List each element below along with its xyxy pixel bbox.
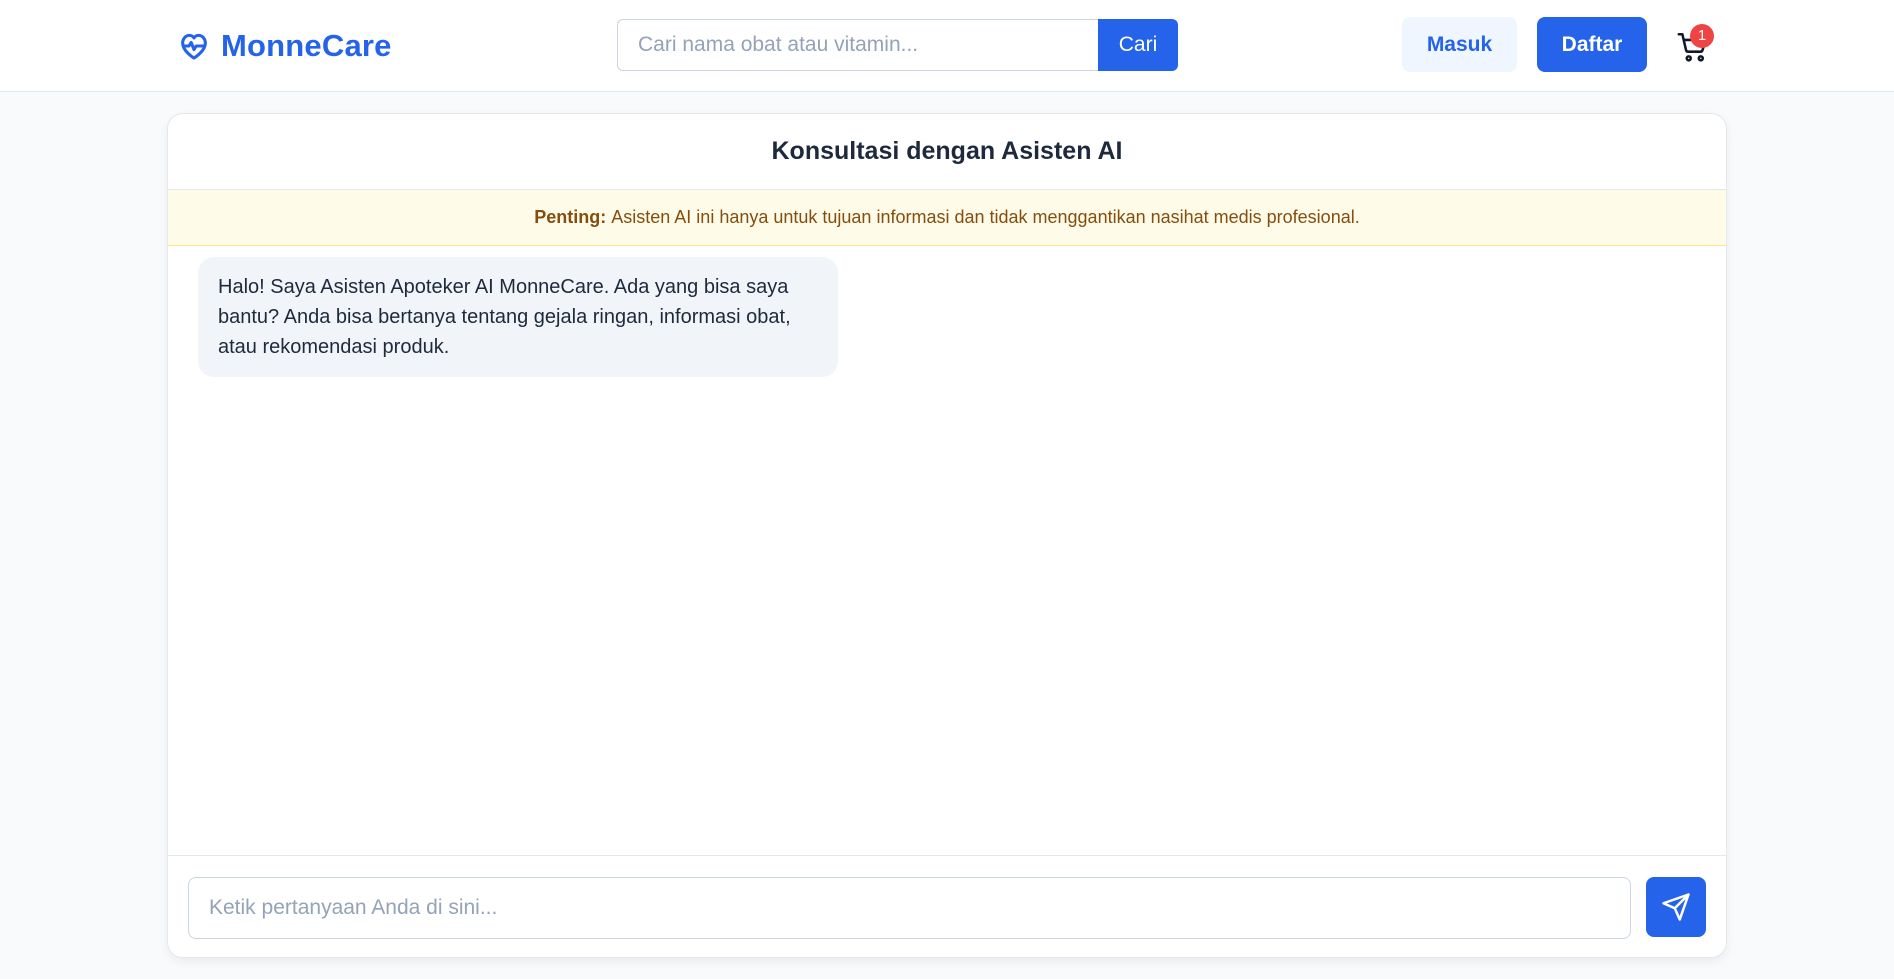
chat-header: Konsultasi dengan Asisten AI (168, 114, 1726, 190)
assistant-message: Halo! Saya Asisten Apoteker AI MonneCare… (198, 257, 838, 377)
top-navbar: MonneCare Cari Masuk Daftar 1 (0, 0, 1894, 92)
page-title: Konsultasi dengan Asisten AI (771, 137, 1123, 165)
chat-composer (168, 855, 1726, 957)
disclaimer-label: Penting: (534, 207, 607, 227)
chat-input[interactable] (188, 877, 1631, 939)
chat-panel: Konsultasi dengan Asisten AI Penting: As… (167, 113, 1727, 958)
brand-logo[interactable]: MonneCare (177, 26, 392, 66)
brand-name: MonneCare (221, 28, 392, 63)
disclaimer-banner: Penting: Asisten AI ini hanya untuk tuju… (168, 190, 1726, 246)
cart-button[interactable]: 1 (1676, 24, 1718, 64)
register-button[interactable]: Daftar (1537, 17, 1647, 72)
send-button[interactable] (1646, 877, 1706, 937)
disclaimer-text: Asisten AI ini hanya untuk tujuan inform… (611, 207, 1360, 227)
search-button[interactable]: Cari (1098, 19, 1178, 71)
heart-pulse-icon (181, 33, 207, 60)
cart-count-badge: 1 (1690, 24, 1714, 48)
search-bar: Cari (617, 19, 1178, 71)
search-input[interactable] (617, 19, 1098, 71)
send-icon (1662, 893, 1690, 921)
login-button[interactable]: Masuk (1402, 17, 1517, 72)
